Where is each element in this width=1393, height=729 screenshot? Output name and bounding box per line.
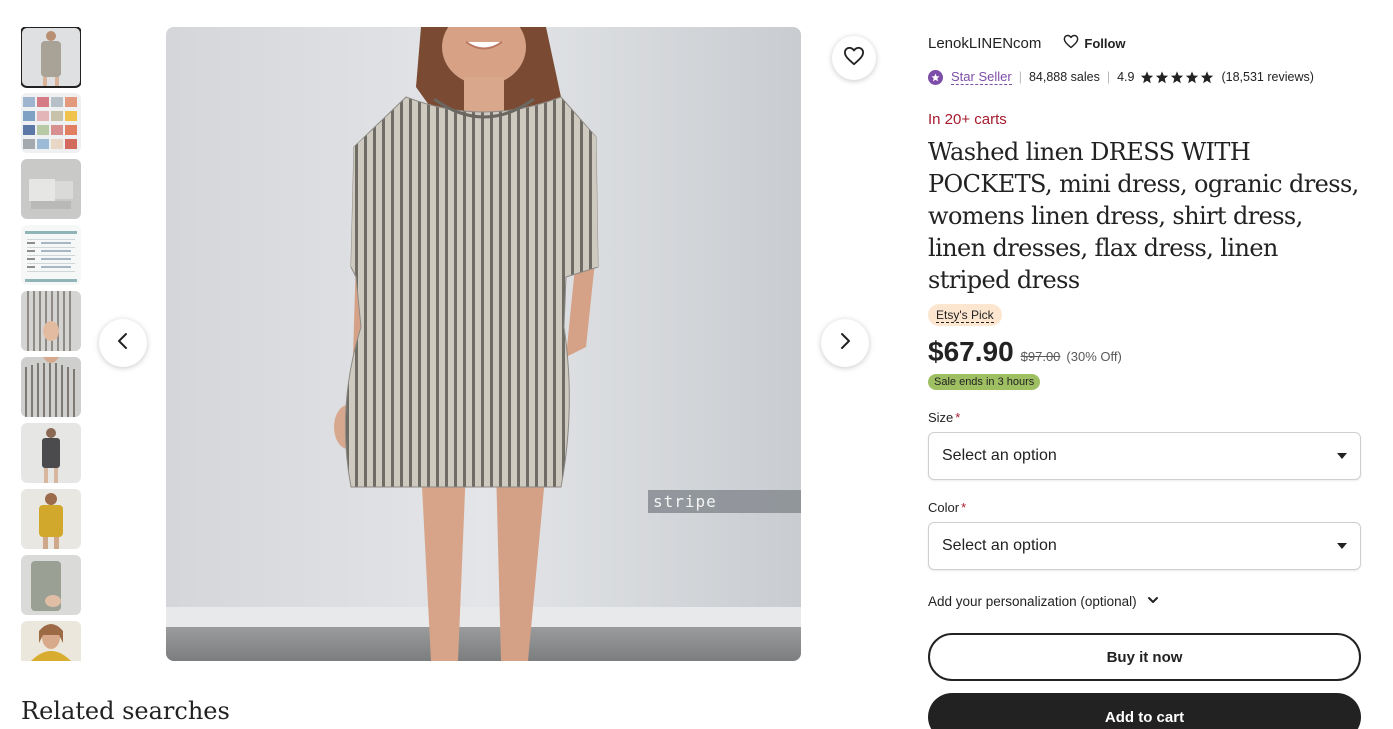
thumbnail-8[interactable] <box>21 489 81 549</box>
star-icon <box>1200 70 1215 84</box>
thumbnail-2[interactable] <box>21 93 81 153</box>
caret-down-icon <box>1337 543 1347 549</box>
size-select-value: Select an option <box>942 447 1057 464</box>
thumbnail-6[interactable] <box>21 357 81 417</box>
star-icon <box>1185 70 1200 84</box>
etsys-pick-label: Etsy's Pick <box>936 308 994 323</box>
sale-ends-badge: Sale ends in 3 hours <box>928 374 1041 390</box>
in-carts-notice: In 20+ carts <box>928 111 1007 128</box>
follow-button[interactable]: Follow <box>1063 34 1126 52</box>
original-price: $97.00 <box>1020 349 1061 364</box>
add-to-cart-button[interactable]: Add to cart <box>928 693 1361 729</box>
image-overlay-tag: stripe <box>648 490 801 513</box>
current-price: $67.90 <box>928 336 1014 367</box>
star-seller-badge-icon <box>928 69 943 85</box>
next-image-button[interactable] <box>821 319 869 367</box>
thumbnail-3[interactable] <box>21 159 81 219</box>
related-searches-heading: Related searches <box>21 697 230 725</box>
etsys-pick-badge[interactable]: Etsy's Pick <box>928 304 1002 326</box>
thumbnail-5[interactable] <box>21 291 81 351</box>
divider: | <box>1018 70 1022 84</box>
color-select[interactable]: Select an option <box>928 522 1361 570</box>
thumbnail-10[interactable] <box>21 621 81 661</box>
star-icon <box>1170 70 1185 84</box>
caret-down-icon <box>1337 453 1347 459</box>
favorite-button[interactable] <box>832 36 876 80</box>
size-label-text: Size <box>928 410 954 425</box>
color-label-text: Color <box>928 500 960 515</box>
divider: | <box>1106 70 1111 84</box>
heart-outline-icon <box>1063 34 1084 52</box>
reviews-count-link[interactable]: (18,531 reviews) <box>1221 70 1313 84</box>
required-mark: * <box>961 500 967 515</box>
main-product-image[interactable]: stripe <box>166 27 801 661</box>
star-icon <box>1155 70 1170 84</box>
thumbnail-4[interactable] <box>21 225 81 285</box>
shop-meta-row: Star Seller | 84,888 sales | 4.9 (18,531… <box>928 66 1361 88</box>
color-label: Color * <box>928 500 1361 515</box>
buy-it-now-button[interactable]: Buy it now <box>928 633 1361 681</box>
listing-info-panel: LenokLINENcom Follow Star Seller | 84,88… <box>928 30 1361 729</box>
star-icon <box>1140 70 1155 84</box>
listing-title: Washed linen DRESS WITH POCKETS, mini dr… <box>928 138 1359 294</box>
shop-name-link[interactable]: LenokLINENcom <box>928 35 1041 52</box>
product-photo <box>166 27 801 661</box>
rating-stars <box>1140 70 1215 84</box>
chevron-left-icon <box>113 331 133 356</box>
size-label: Size * <box>928 410 1361 425</box>
thumbnail-strip <box>21 27 81 661</box>
chevron-right-icon <box>835 331 855 356</box>
personalization-toggle[interactable]: Add your personalization (optional) <box>928 594 1361 609</box>
chevron-down-icon <box>1137 594 1159 609</box>
sales-count: 84,888 sales <box>1028 70 1100 84</box>
size-select[interactable]: Select an option <box>928 432 1361 480</box>
follow-label: Follow <box>1084 35 1126 51</box>
color-select-value: Select an option <box>942 537 1057 554</box>
thumbnail-9[interactable] <box>21 555 81 615</box>
price-row: $67.90 $97.00 (30% Off) <box>928 336 1361 370</box>
required-mark: * <box>955 410 961 425</box>
star-seller-label[interactable]: Star Seller <box>951 69 1012 85</box>
rating-value: 4.9 <box>1117 70 1135 84</box>
personalization-label: Add your personalization (optional) <box>928 594 1137 609</box>
shop-row: LenokLINENcom Follow <box>928 30 1361 56</box>
previous-image-button[interactable] <box>99 319 147 367</box>
heart-outline-icon <box>843 46 865 71</box>
thumbnail-1[interactable] <box>21 27 81 88</box>
discount-label: (30% Off) <box>1066 349 1122 364</box>
thumbnail-7[interactable] <box>21 423 81 483</box>
